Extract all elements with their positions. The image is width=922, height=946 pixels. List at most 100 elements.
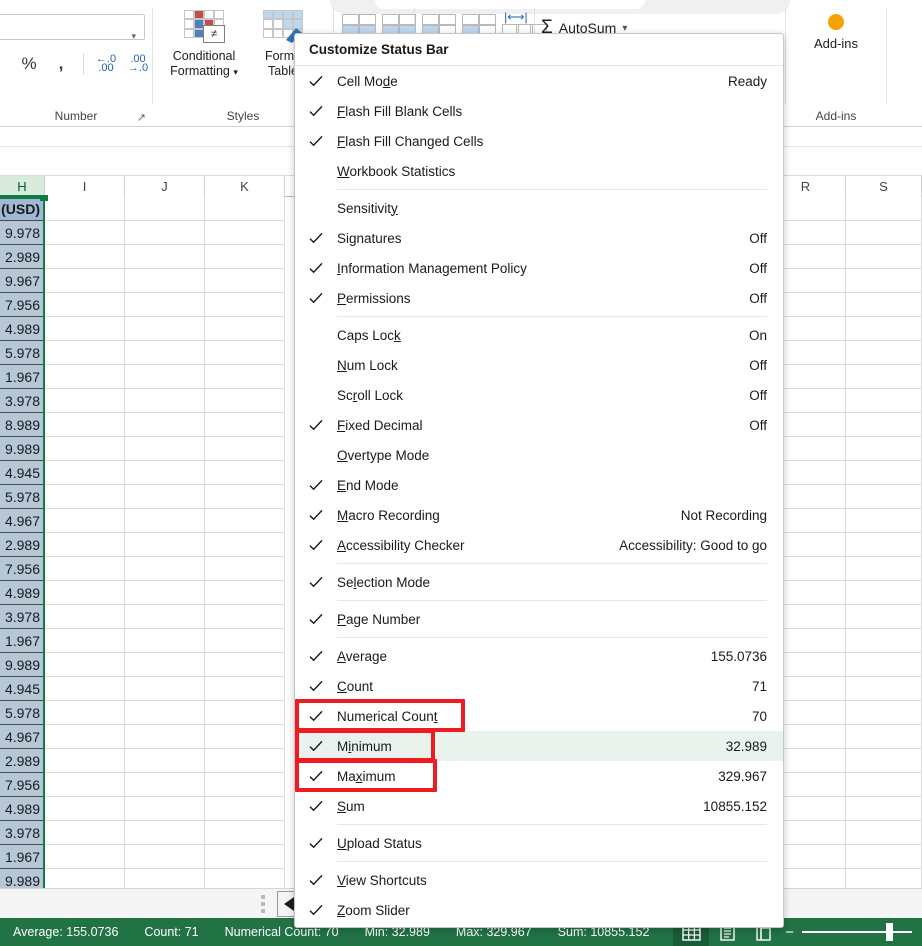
grid-cell[interactable] bbox=[45, 605, 125, 629]
grid-cell[interactable] bbox=[205, 221, 285, 245]
grid-cell[interactable] bbox=[45, 653, 125, 677]
grid-cell[interactable] bbox=[45, 581, 125, 605]
grid-cell[interactable] bbox=[45, 389, 125, 413]
context-menu-item-page-number[interactable]: Page Number bbox=[295, 604, 783, 634]
context-menu-item-caps-lock[interactable]: Caps Lock On bbox=[295, 320, 783, 350]
number-format-select[interactable]: eral ▾ bbox=[0, 14, 145, 41]
context-menu-item-flash-fill-blank-cells[interactable]: Flash Fill Blank Cells bbox=[295, 96, 783, 126]
grid-cell[interactable] bbox=[45, 845, 125, 869]
context-menu-item-average[interactable]: Average 155.0736 bbox=[295, 641, 783, 671]
context-menu-item-overtype-mode[interactable]: Overtype Mode bbox=[295, 440, 783, 470]
context-menu-item-workbook-statistics[interactable]: Workbook Statistics bbox=[295, 156, 783, 186]
column-header-k[interactable]: K bbox=[205, 176, 285, 197]
grid-cell[interactable] bbox=[846, 197, 922, 221]
context-menu-item-signatures[interactable]: Signatures Off bbox=[295, 223, 783, 253]
grid-cell[interactable] bbox=[45, 701, 125, 725]
grid-cell[interactable] bbox=[45, 365, 125, 389]
chevron-down-icon[interactable]: ▾ bbox=[131, 24, 136, 48]
context-menu-item-fixed-decimal[interactable]: Fixed Decimal Off bbox=[295, 410, 783, 440]
grid-cell[interactable] bbox=[846, 581, 922, 605]
context-menu-list[interactable]: Cell Mode Ready Flash Fill Blank Cells Flas… bbox=[295, 66, 783, 927]
grid-cell[interactable] bbox=[205, 797, 285, 821]
zoom-slider[interactable]: − bbox=[781, 923, 922, 941]
grid-cell[interactable] bbox=[205, 197, 285, 221]
context-menu-item-upload-status[interactable]: Upload Status bbox=[295, 828, 783, 858]
grid-cell[interactable] bbox=[125, 629, 205, 653]
zoom-slider-thumb[interactable] bbox=[886, 923, 893, 941]
grid-cell[interactable] bbox=[846, 821, 922, 845]
grid-cell[interactable] bbox=[846, 749, 922, 773]
grid-cell[interactable] bbox=[125, 269, 205, 293]
zoom-out-button[interactable]: − bbox=[785, 925, 794, 940]
grid-cell[interactable] bbox=[45, 221, 125, 245]
grid-cell[interactable] bbox=[846, 365, 922, 389]
grid-cell[interactable] bbox=[846, 341, 922, 365]
column-header-h[interactable]: H bbox=[0, 176, 45, 197]
grid-cell[interactable] bbox=[205, 317, 285, 341]
context-menu-item-sum[interactable]: Sum 10855.152 bbox=[295, 791, 783, 821]
grid-cell[interactable] bbox=[205, 413, 285, 437]
grid-cell[interactable] bbox=[45, 533, 125, 557]
context-menu-item-scroll-lock[interactable]: Scroll Lock Off bbox=[295, 380, 783, 410]
grid-cell[interactable] bbox=[205, 677, 285, 701]
grid-cell[interactable] bbox=[45, 461, 125, 485]
comma-style-button[interactable]: , bbox=[46, 50, 76, 78]
grid-cell[interactable] bbox=[125, 221, 205, 245]
grid-cell[interactable] bbox=[205, 293, 285, 317]
grid-cell[interactable] bbox=[846, 677, 922, 701]
grid-cell[interactable] bbox=[45, 677, 125, 701]
column-header-i[interactable]: I bbox=[45, 176, 125, 197]
grid-cell[interactable] bbox=[846, 557, 922, 581]
grid-cell[interactable] bbox=[205, 581, 285, 605]
grid-cell[interactable] bbox=[45, 749, 125, 773]
grid-cell[interactable] bbox=[125, 677, 205, 701]
context-menu-item-end-mode[interactable]: End Mode bbox=[295, 470, 783, 500]
grid-cell[interactable] bbox=[205, 701, 285, 725]
context-menu-item-zoom-slider[interactable]: Zoom Slider bbox=[295, 895, 783, 925]
grid-cell[interactable] bbox=[205, 365, 285, 389]
drag-handle-icon[interactable] bbox=[253, 893, 273, 915]
conditional-formatting-button[interactable]: ≠ Conditional Formatting ▾ bbox=[161, 4, 247, 80]
grid-cell[interactable] bbox=[846, 629, 922, 653]
grid-cell[interactable] bbox=[846, 605, 922, 629]
grid-cell[interactable] bbox=[125, 605, 205, 629]
context-menu-item-macro-recording[interactable]: Macro Recording Not Recording bbox=[295, 500, 783, 530]
grid-cell[interactable] bbox=[205, 821, 285, 845]
grid-cell[interactable] bbox=[45, 413, 125, 437]
context-menu-item-count[interactable]: Count 71 bbox=[295, 671, 783, 701]
grid-cell[interactable] bbox=[846, 413, 922, 437]
grid-cell[interactable] bbox=[846, 725, 922, 749]
chevron-down-icon[interactable]: ▾ bbox=[233, 67, 238, 77]
grid-cell[interactable] bbox=[846, 773, 922, 797]
grid-cell[interactable] bbox=[846, 485, 922, 509]
status-bar-average[interactable]: Average: 155.0736 bbox=[0, 918, 131, 946]
grid-cell[interactable] bbox=[125, 653, 205, 677]
grid-cell[interactable] bbox=[125, 581, 205, 605]
grid-cell[interactable] bbox=[205, 605, 285, 629]
grid-cell[interactable] bbox=[125, 845, 205, 869]
grid-cell[interactable] bbox=[125, 533, 205, 557]
context-menu-item-zoom[interactable]: Zoom100% bbox=[295, 925, 783, 927]
grid-cell[interactable] bbox=[125, 749, 205, 773]
grid-cell[interactable] bbox=[846, 845, 922, 869]
grid-cell[interactable] bbox=[125, 701, 205, 725]
grid-cell[interactable] bbox=[125, 797, 205, 821]
grid-cell[interactable] bbox=[205, 773, 285, 797]
grid-cell[interactable] bbox=[45, 317, 125, 341]
grid-cell[interactable] bbox=[205, 629, 285, 653]
percent-style-button[interactable]: % bbox=[14, 50, 44, 78]
grid-cell[interactable] bbox=[205, 245, 285, 269]
grid-cell[interactable] bbox=[125, 413, 205, 437]
status-bar-count[interactable]: Count: 71 bbox=[131, 918, 211, 946]
grid-cell[interactable] bbox=[205, 725, 285, 749]
grid-cell[interactable] bbox=[846, 389, 922, 413]
grid-cell[interactable] bbox=[846, 293, 922, 317]
grid-cell[interactable] bbox=[45, 509, 125, 533]
grid-cell[interactable] bbox=[45, 245, 125, 269]
grid-cell[interactable] bbox=[125, 557, 205, 581]
grid-cell[interactable] bbox=[846, 509, 922, 533]
customize-status-bar-menu[interactable]: Customize Status Bar Cell Mode Ready Flash… bbox=[294, 33, 784, 928]
chevron-down-icon[interactable]: ▾ bbox=[622, 23, 627, 34]
grid-cell[interactable] bbox=[846, 317, 922, 341]
context-menu-item-num-lock[interactable]: Num Lock Off bbox=[295, 350, 783, 380]
